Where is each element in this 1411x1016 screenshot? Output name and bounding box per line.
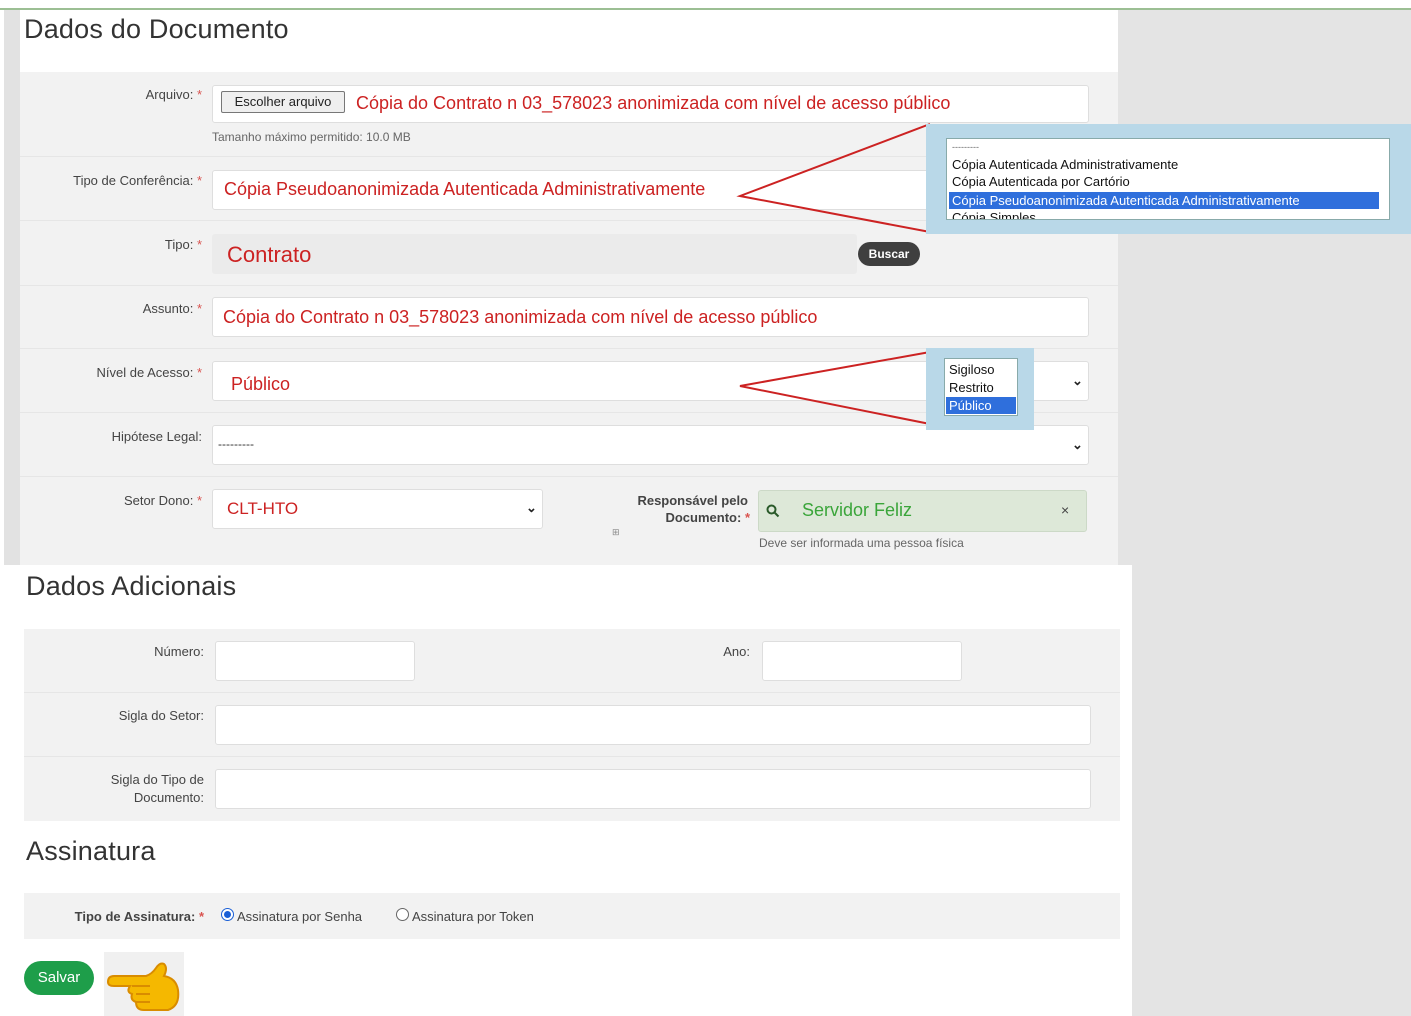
doc-type-acronym-label-line2: Documento:	[133, 790, 204, 805]
access-level-options: Sigiloso Restrito Público	[944, 358, 1018, 416]
password-signature-radio[interactable]	[221, 908, 234, 921]
row-divider	[24, 692, 1120, 693]
signature-type-label: Tipo de Assinatura: *	[74, 909, 204, 924]
option-autenticada-adm[interactable]: Cópia Autenticada Administrativamente	[952, 156, 1178, 173]
doc-type-acronym-input[interactable]	[215, 769, 1091, 809]
password-signature-label[interactable]: Assinatura por Senha	[237, 909, 362, 924]
option-sigiloso[interactable]: Sigiloso	[949, 361, 995, 378]
number-input[interactable]	[215, 641, 415, 681]
token-signature-label[interactable]: Assinatura por Token	[412, 909, 534, 924]
year-input[interactable]	[762, 641, 962, 681]
conference-type-options: --------- Cópia Autenticada Administrati…	[946, 138, 1390, 220]
section-title-additional: Dados Adicionais	[26, 571, 237, 601]
sector-acronym-input[interactable]	[215, 705, 1091, 745]
option-restrito[interactable]: Restrito	[949, 379, 994, 396]
option-publico[interactable]: Público	[946, 397, 1016, 414]
save-button[interactable]: Salvar	[24, 961, 94, 995]
pointing-hand-icon	[106, 962, 180, 1011]
year-label: Ano:	[723, 644, 750, 659]
option-pseudoanonimizada[interactable]: Cópia Pseudoanonimizada Autenticada Admi…	[949, 192, 1379, 209]
doc-type-acronym-label-line1: Sigla do Tipo de	[110, 772, 204, 787]
sector-acronym-label: Sigla do Setor:	[118, 708, 204, 723]
row-divider	[24, 756, 1120, 757]
signature-header	[24, 833, 1120, 893]
number-label: Número:	[154, 644, 204, 659]
option-copia-simples[interactable]: Cópia Simples	[952, 209, 1036, 219]
section-title-signature: Assinatura	[26, 836, 156, 866]
option-empty[interactable]: ---------	[952, 139, 979, 156]
token-signature-radio[interactable]	[396, 908, 409, 921]
option-autenticada-cartorio[interactable]: Cópia Autenticada por Cartório	[952, 173, 1130, 190]
